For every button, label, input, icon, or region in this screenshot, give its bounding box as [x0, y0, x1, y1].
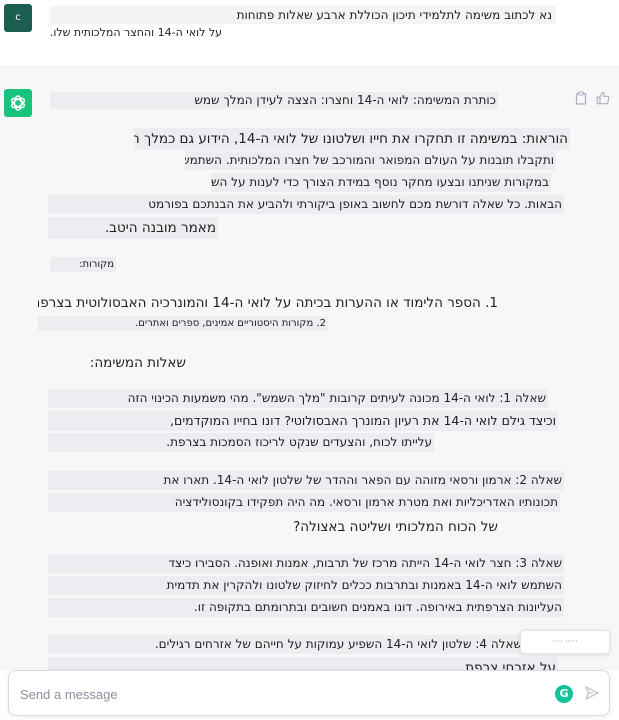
source-item-1: 1. הספר הלימוד או ההערות בכיתה על לואי ה…	[38, 295, 498, 311]
assignment-title: כותרת המשימה: לואי ה-14 וחצרו: הצצה לעיד…	[50, 92, 498, 109]
question-1-line-3: עלייתו לכוח, והצעדים שנקט לריכוז הסמכות …	[48, 433, 434, 452]
instructions-line-4: הבאות. כל שאלה דורשת מכם לחשוב באופן ביק…	[48, 195, 564, 214]
question-3-line-3: העליונות הצרפתית באירופה. דונו באמנים חש…	[48, 598, 564, 617]
instructions-line-3: במקורות שניתנו ובצעו מחקר נוסף במידת הצו…	[211, 173, 551, 192]
question-2-line-2: תכונותיו האדריכליות ואת מטרת ארמון ורסאי…	[48, 493, 560, 512]
user-avatar: c	[4, 4, 32, 32]
question-3-line-1: שאלה 3: חצר לואי ה-14 הייתה מרכז של תרבו…	[48, 554, 564, 573]
tooltip-popup: ···· ·····	[520, 630, 610, 654]
thumbs-up-icon[interactable]	[596, 91, 610, 105]
send-button[interactable]	[581, 683, 603, 705]
instructions-line-2: ותקבלו תובנות על העולם המפואר והמורכב של…	[185, 151, 556, 170]
sources-label: מקורות:	[50, 257, 116, 272]
instructions-line-1: הוראות: במשימה זו תחקרו את חייו ושלטונו …	[134, 128, 570, 150]
clipboard-icon[interactable]	[574, 91, 588, 105]
instructions-line-5: מאמר מובנה היטב.	[48, 217, 218, 239]
question-3-line-2: השתמש לואי ה-14 באמנות ובתרבות ככלים לחי…	[48, 576, 564, 595]
source-item-2: 2. מקורות היסטוריים אמינים, ספרים ואתרים…	[38, 316, 328, 331]
openai-logo-icon	[10, 95, 26, 111]
send-icon	[585, 685, 599, 700]
question-1-line-2: וכיצד גילם לואי ה-14 את רעיון המונרך האב…	[48, 411, 558, 431]
message-composer: G	[8, 670, 610, 716]
question-1-line-1: שאלה 1: לואי ה-14 מכונה לעיתים קרובות "מ…	[48, 389, 548, 408]
assistant-avatar	[4, 89, 32, 117]
user-message: c נא לכתוב משימה לתלמידי תיכון הכוללת אר…	[0, 0, 619, 66]
user-message-line-2: על לואי ה-14 והחצר המלכותית שלו.	[49, 26, 222, 39]
question-2-line-1: שאלה 2: ארמון ורסאי מזוהה עם הפאר וההדר …	[48, 471, 564, 490]
message-input[interactable]	[20, 683, 540, 705]
questions-heading: שאלות המשימה:	[89, 355, 186, 371]
user-message-line-1: נא לכתוב משימה לתלמידי תיכון הכוללת ארבע…	[50, 6, 556, 24]
question-4-line-1: שאלה 4: שלטון לואי ה-14 השפיע עמוקות על …	[48, 635, 524, 654]
question-2-line-3: של הכוח המלכותי ושליטה באצולה?	[293, 519, 498, 535]
grammarly-icon[interactable]: G	[555, 685, 573, 703]
